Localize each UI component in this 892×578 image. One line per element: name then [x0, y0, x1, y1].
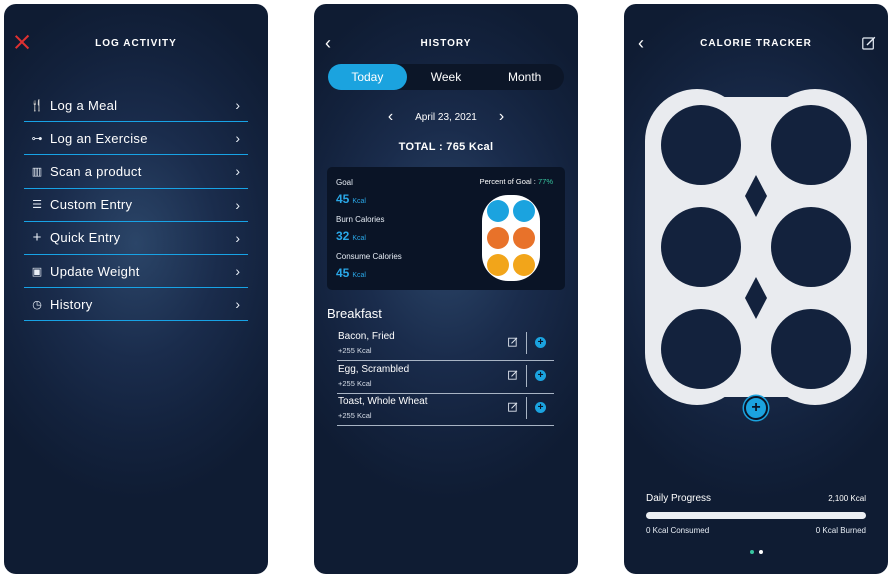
menu-item-quick-entry[interactable]: + Quick Entry › [24, 222, 248, 255]
page-title: CALORIE TRACKER [700, 38, 812, 49]
current-date: April 23, 2021 [415, 111, 477, 123]
tab-today[interactable]: Today [328, 64, 407, 90]
plus-icon: + [32, 229, 42, 247]
divider [526, 332, 527, 354]
barcode-icon: ▥ [31, 165, 43, 178]
food-row[interactable]: Toast, Whole Wheat +255 Kcal + [337, 393, 554, 426]
menu-item-log-meal[interactable]: 🍴 Log a Meal › [24, 89, 248, 123]
menu-item-label: Custom Entry [50, 197, 133, 213]
menu-item-update-weight[interactable]: ▣ Update Weight › [24, 255, 248, 289]
log-activity-screen: LOG ACTIVITY 🍴 Log a Meal › ⊶ Log an Exe… [4, 4, 268, 574]
section-title: Breakfast [327, 306, 382, 321]
prev-date-icon[interactable]: ‹ [388, 108, 393, 126]
calorie-tracker-screen: ‹ CALORIE TRACKER + Daily Progress 2,100… [624, 4, 888, 574]
food-kcal: +255 Kcal [338, 411, 372, 420]
period-tabs: Today Week Month [328, 64, 564, 90]
summary-card: Goal 45 Kcal Burn Calories 32 Kcal Consume… [327, 167, 565, 290]
menu-item-log-exercise[interactable]: ⊶ Log an Exercise › [24, 122, 248, 156]
sliders-icon: ☰ [32, 199, 42, 212]
calorie-rings-graphic [645, 89, 867, 405]
fork-knife-icon: 🍴 [30, 99, 44, 112]
menu-item-label: Quick Entry [50, 230, 121, 246]
tab-month[interactable]: Month [485, 64, 564, 90]
page-title: HISTORY [420, 38, 472, 49]
page-indicator [624, 550, 888, 554]
goal-dots-graphic [482, 195, 540, 281]
edit-icon[interactable] [862, 36, 876, 50]
edit-icon[interactable] [508, 337, 518, 347]
food-name: Bacon, Fried [338, 331, 395, 342]
daily-progress-bar [646, 512, 866, 519]
chevron-right-icon: › [235, 296, 240, 313]
chevron-right-icon: › [235, 263, 240, 280]
edit-icon[interactable] [508, 370, 518, 380]
burn-label: Burn Calories [336, 215, 385, 224]
add-food-icon[interactable]: + [535, 402, 546, 413]
page-dot[interactable] [749, 550, 754, 554]
consume-value: 45 Kcal [336, 266, 366, 280]
chevron-right-icon: › [235, 196, 240, 213]
food-name: Egg, Scrambled [338, 364, 410, 375]
food-name: Toast, Whole Wheat [338, 396, 428, 407]
food-kcal: +255 Kcal [338, 379, 372, 388]
chevron-right-icon: › [235, 163, 240, 180]
divider [526, 365, 527, 387]
consume-label: Consume Calories [336, 252, 402, 261]
menu-item-label: Log an Exercise [50, 130, 148, 146]
edit-icon[interactable] [508, 402, 518, 412]
chevron-right-icon: › [235, 97, 240, 114]
dumbbell-icon: ⊶ [31, 132, 43, 145]
tab-week[interactable]: Week [407, 64, 486, 90]
daily-progress-label: Daily Progress [646, 493, 712, 504]
page-dot[interactable] [758, 550, 763, 554]
food-row[interactable]: Egg, Scrambled +255 Kcal + [337, 361, 554, 394]
menu-item-history[interactable]: ◷ History › [24, 288, 248, 322]
total-kcal: TOTAL : 765 Kcal [398, 141, 494, 153]
burn-value: 32 Kcal [336, 229, 366, 243]
percent-of-goal: Percent of Goal : 77% [479, 177, 553, 186]
menu-item-label: Log a Meal [50, 97, 118, 113]
menu-item-label: History [50, 296, 93, 312]
activity-menu: 🍴 Log a Meal › ⊶ Log an Exercise › ▥ Sca… [24, 89, 248, 322]
goal-dot [487, 254, 509, 276]
kcal-consumed: 0 Kcal Consumed [646, 526, 710, 535]
food-row[interactable]: Bacon, Fried +255 Kcal + [337, 328, 554, 361]
food-kcal: +255 Kcal [338, 346, 372, 355]
divider [526, 397, 527, 419]
goal-dot [513, 254, 535, 276]
goal-value: 45 Kcal [336, 192, 366, 206]
menu-item-scan-product[interactable]: ▥ Scan a product › [24, 155, 248, 189]
date-selector: ‹ April 23, 2021 › [314, 108, 578, 126]
page-title: LOG ACTIVITY [95, 38, 177, 49]
kcal-burned: 0 Kcal Burned [815, 526, 866, 535]
chevron-right-icon: › [235, 130, 240, 147]
add-calories-button[interactable]: + [744, 396, 768, 420]
menu-item-custom-entry[interactable]: ☰ Custom Entry › [24, 189, 248, 222]
goal-label: Goal [336, 178, 353, 187]
goal-dot [513, 200, 535, 222]
goal-dot [487, 200, 509, 222]
menu-item-label: Scan a product [50, 163, 142, 179]
chevron-right-icon: › [235, 229, 240, 246]
daily-goal: 2,100 Kcal [828, 494, 866, 503]
next-date-icon[interactable]: › [499, 108, 504, 126]
goal-dot [487, 227, 509, 249]
add-food-icon[interactable]: + [535, 370, 546, 381]
history-icon: ◷ [32, 298, 42, 311]
scale-icon: ▣ [31, 265, 43, 278]
menu-item-label: Update Weight [50, 263, 140, 279]
add-food-icon[interactable]: + [535, 337, 546, 348]
goal-dot [513, 227, 535, 249]
history-screen: ‹ HISTORY Today Week Month ‹ April 23, 2… [314, 4, 578, 574]
